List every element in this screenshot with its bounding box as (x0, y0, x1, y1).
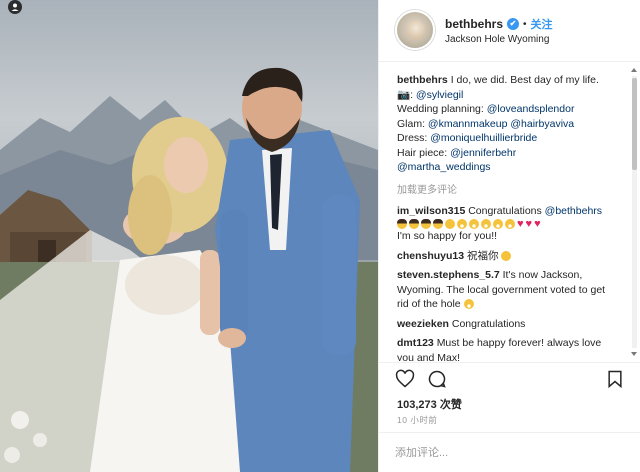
load-more-comments-button[interactable]: 加载更多评论 (397, 181, 629, 196)
caption-line: Glam: @kmannmakeup @hairbyaviva (397, 117, 575, 130)
post-timestamp[interactable]: 10 小时前 (397, 414, 437, 426)
scroll-down-icon[interactable] (631, 352, 637, 356)
comment-text: Congratulations (468, 204, 545, 217)
heart-emoji-icon: ♥ (525, 218, 533, 230)
profile-tag-icon[interactable] (8, 0, 22, 14)
comment-username[interactable]: im_wilson315 (397, 205, 465, 217)
add-comment-input[interactable] (395, 443, 615, 463)
scroll-up-icon[interactable] (631, 68, 637, 72)
laugh-emoji-icon (463, 299, 474, 310)
smile-emoji-icon (445, 219, 455, 229)
scrollbar-thumb[interactable] (632, 78, 637, 170)
laugh-emoji-icon (501, 250, 512, 261)
emoji-row: ♥ ♥ ♥ (397, 218, 619, 230)
caption: bethbehrs I do, we did. Best day of my l… (397, 73, 617, 175)
avatar[interactable] (395, 10, 435, 50)
grin-emoji-icon (481, 219, 491, 229)
bookmark-icon[interactable] (605, 369, 625, 389)
party-emoji-icon (397, 219, 407, 229)
caption-username[interactable]: bethbehrs (397, 74, 448, 86)
add-comment-bar (379, 432, 640, 472)
mention-link[interactable]: @sylviegil (416, 89, 463, 101)
post-actions: 103,273 次赞 10 小时前 (379, 362, 640, 432)
grin-emoji-icon (493, 219, 503, 229)
separator: • (523, 18, 527, 30)
mention-link[interactable]: @moniquelhuillierbride (430, 132, 537, 144)
caption-line: Hair piece: @jenniferbehr (397, 146, 517, 159)
mention-link[interactable]: @jenniferbehr (450, 147, 516, 159)
caption-line: 📷: @sylviegil (397, 88, 464, 101)
party-emoji-icon (409, 219, 419, 229)
comment-username[interactable]: weezieken (397, 318, 449, 330)
location-link[interactable]: Jackson Hole Wyoming (445, 34, 549, 45)
post-photo[interactable] (0, 0, 378, 472)
grin-emoji-icon (457, 219, 467, 229)
list-item: im_wilson315 Congratulations @bethbehrs … (397, 204, 619, 244)
follow-button[interactable]: 关注 (531, 16, 553, 32)
caption-line: Dress: @moniquelhuillierbride (397, 132, 538, 144)
comments-list[interactable]: bethbehrs I do, we did. Best day of my l… (379, 63, 629, 361)
post-header: bethbehrs ✔ • 关注 Jackson Hole Wyoming (379, 0, 640, 62)
post-side-panel: bethbehrs ✔ • 关注 Jackson Hole Wyoming be… (378, 0, 640, 472)
heart-icon[interactable] (395, 369, 415, 389)
comment-text: I'm so happy for you!! (397, 230, 498, 242)
party-emoji-icon (421, 219, 431, 229)
comment-text: Congratulations (451, 317, 526, 330)
mention-link[interactable]: @loveandsplendor (487, 103, 575, 115)
list-item: dmt123 Must be happy forever! always lov… (397, 336, 619, 361)
party-emoji-icon (433, 219, 443, 229)
comment-username[interactable]: chenshuyu13 (397, 250, 464, 262)
list-item: chenshuyu13 祝福你 (397, 249, 619, 264)
caption-line: @martha_weddings (397, 160, 617, 175)
caption-line: Wedding planning: @loveandsplendor (397, 103, 575, 115)
comment-username[interactable]: dmt123 (397, 337, 434, 349)
grin-emoji-icon (505, 219, 515, 229)
comments-scrollbar[interactable] (630, 66, 638, 358)
comment-icon[interactable] (427, 369, 447, 389)
header-username[interactable]: bethbehrs (445, 17, 503, 31)
instagram-post-view: bethbehrs ✔ • 关注 Jackson Hole Wyoming be… (0, 0, 640, 472)
wedding-photo-illustration (0, 67, 378, 472)
comment-text: 祝福你 (467, 249, 499, 262)
mention-link[interactable]: @bethbehrs (545, 205, 602, 217)
verified-icon: ✔ (507, 18, 520, 30)
caption-text: I do, we did. Best day of my life. (450, 74, 599, 86)
list-item: steven.stephens_5.7 It's now Jackson, Wy… (397, 268, 619, 312)
username-row: bethbehrs ✔ • 关注 (445, 16, 553, 32)
comment-username[interactable]: steven.stephens_5.7 (397, 269, 500, 281)
likes-count[interactable]: 103,273 次赞 (397, 396, 462, 412)
list-item: weezieken Congratulations (397, 317, 619, 332)
mention-link[interactable]: @martha_weddings (397, 161, 491, 173)
heart-emoji-icon: ♥ (534, 218, 541, 230)
mention-link[interactable]: @kmannmakeup @hairbyaviva (428, 118, 574, 130)
heart-emoji-icon: ♥ (517, 218, 524, 230)
grin-emoji-icon (469, 219, 479, 229)
